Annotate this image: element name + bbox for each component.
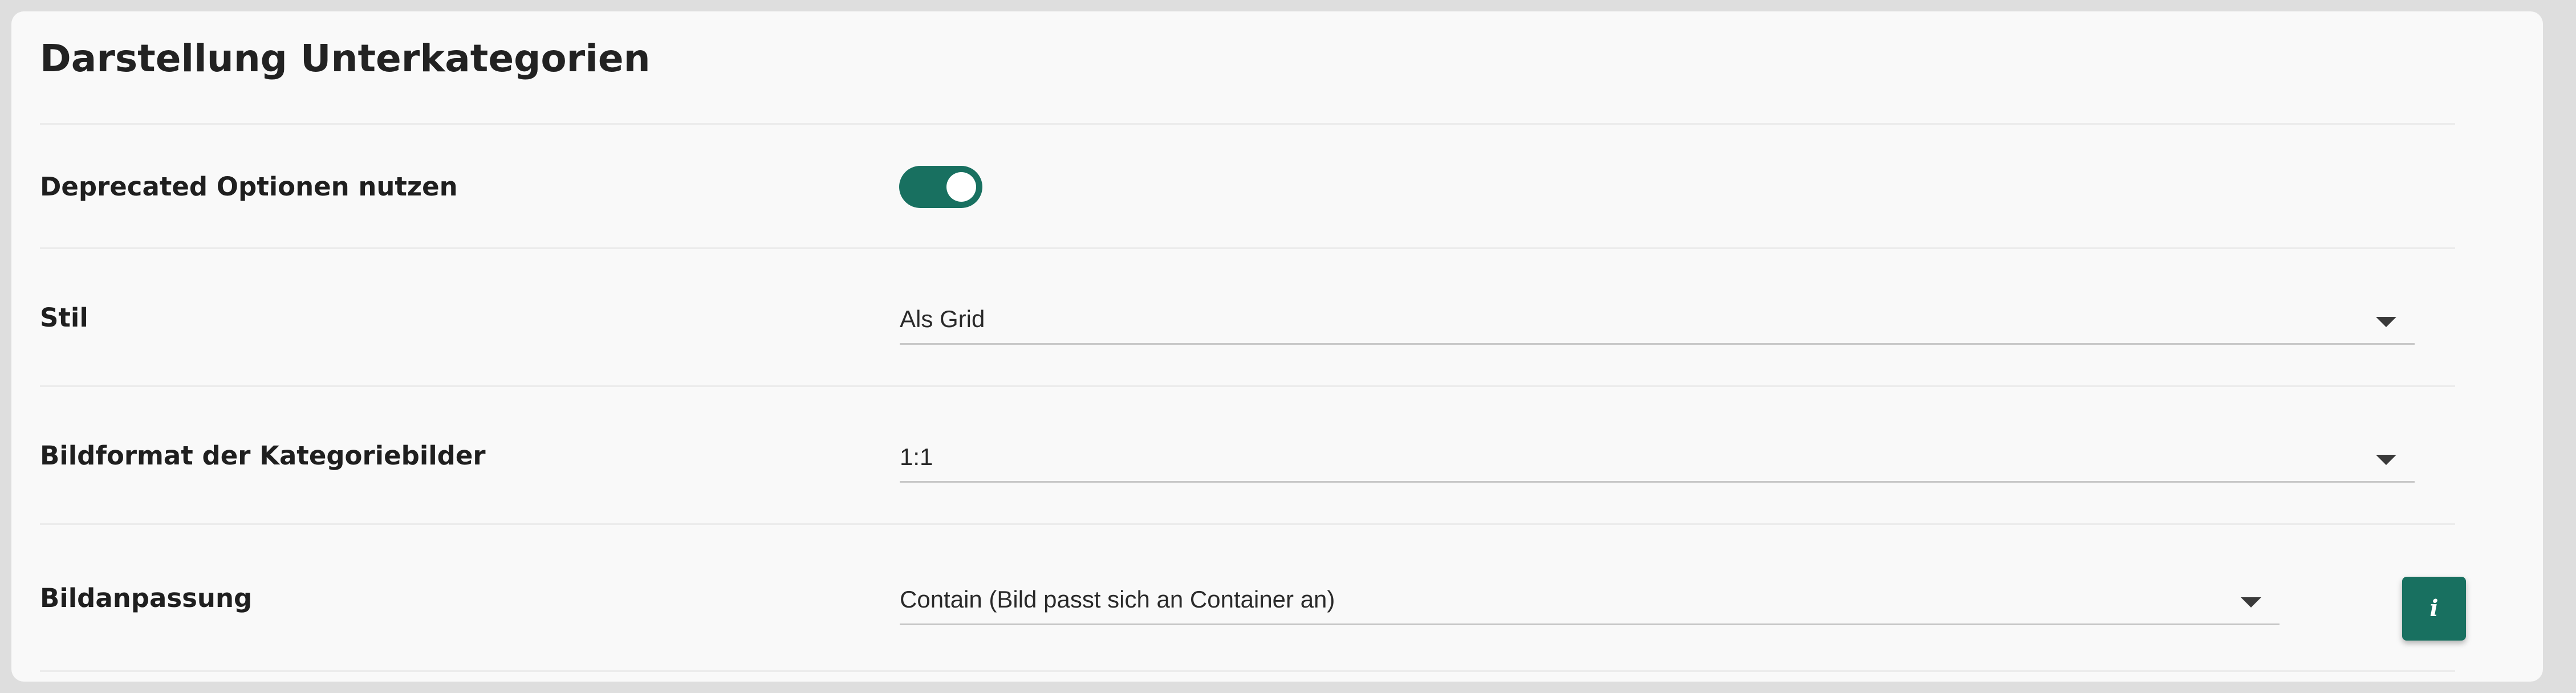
toggle-knob	[946, 172, 976, 202]
divider	[40, 385, 2455, 387]
caret-down-icon	[2241, 597, 2261, 608]
divider	[40, 523, 2455, 525]
divider	[40, 123, 2455, 125]
caret-down-icon	[2376, 317, 2396, 327]
info-icon: i	[2429, 595, 2439, 622]
info-button[interactable]: i	[2402, 577, 2466, 641]
image-fit-label: Bildanpassung	[40, 583, 253, 613]
image-fit-select-value: Contain (Bild passt sich an Container an…	[900, 586, 1335, 613]
settings-card: Darstellung Unterkategorien Deprecated O…	[11, 11, 2543, 682]
divider	[40, 247, 2455, 249]
deprecated-options-toggle[interactable]	[899, 166, 982, 208]
stil-select-value: Als Grid	[900, 305, 985, 332]
image-format-label: Bildformat der Kategoriebilder	[40, 441, 486, 471]
stil-label: Stil	[40, 303, 88, 333]
deprecated-options-label: Deprecated Optionen nutzen	[40, 172, 458, 202]
image-format-select[interactable]: 1:1	[900, 431, 2415, 483]
caret-down-icon	[2376, 455, 2396, 465]
stil-select[interactable]: Als Grid	[900, 293, 2415, 345]
section-title: Darstellung Unterkategorien	[40, 36, 651, 80]
image-fit-select[interactable]: Contain (Bild passt sich an Container an…	[900, 573, 2280, 625]
image-format-select-value: 1:1	[900, 443, 933, 470]
divider	[40, 670, 2455, 672]
